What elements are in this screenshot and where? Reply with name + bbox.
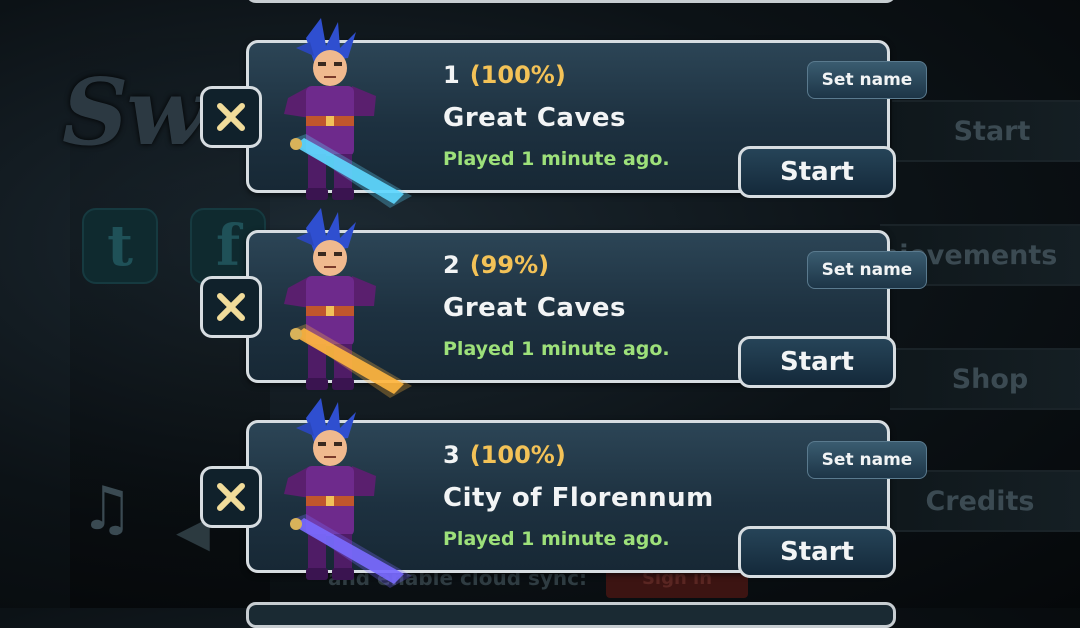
character-avatar [284,18,412,208]
delete-slot-button[interactable] [200,466,262,528]
slot-progress: (100%) [469,441,566,469]
slot-header: 2 (99%) [443,251,549,279]
slot-number: 3 [443,441,460,469]
delete-slot-button[interactable] [200,276,262,338]
slot-header: 1 (100%) [443,61,566,89]
delete-slot-button[interactable] [200,86,262,148]
set-name-button[interactable]: Set name [807,61,927,99]
save-slot: 1 (100%) Great Caves Played 1 minute ago.… [200,18,927,208]
menu-start: Start [892,100,1080,162]
slot-number: 2 [443,251,460,279]
previous-slot-edge [246,0,896,3]
start-slot-button[interactable]: Start [738,146,896,198]
twitter-icon: t [82,208,158,284]
slot-location: City of Florennum [443,483,714,513]
set-name-button[interactable]: Set name [807,441,927,479]
slot-location: Great Caves [443,293,627,323]
slot-number: 1 [443,61,460,89]
slot-header: 3 (100%) [443,441,566,469]
start-slot-button[interactable]: Start [738,336,896,388]
next-slot-edge [246,602,896,628]
start-slot-button[interactable]: Start [738,526,896,578]
slot-last-played: Played 1 minute ago. [443,148,670,170]
save-slot: 2 (99%) Great Caves Played 1 minute ago. … [200,208,927,398]
close-icon [217,293,245,321]
character-avatar [284,208,412,398]
save-slot: 3 (100%) City of Florennum Played 1 minut… [200,398,927,588]
slot-progress: (100%) [469,61,566,89]
close-icon [217,103,245,131]
slot-last-played: Played 1 minute ago. [443,528,670,550]
music-note-icon: ♫ [80,474,134,544]
slot-progress: (99%) [469,251,550,279]
menu-shop: Shop [890,348,1080,410]
slot-last-played: Played 1 minute ago. [443,338,670,360]
close-icon [217,483,245,511]
set-name-button[interactable]: Set name [807,251,927,289]
menu-credits: Credits [880,470,1080,532]
character-avatar [284,398,412,588]
slot-location: Great Caves [443,103,627,133]
